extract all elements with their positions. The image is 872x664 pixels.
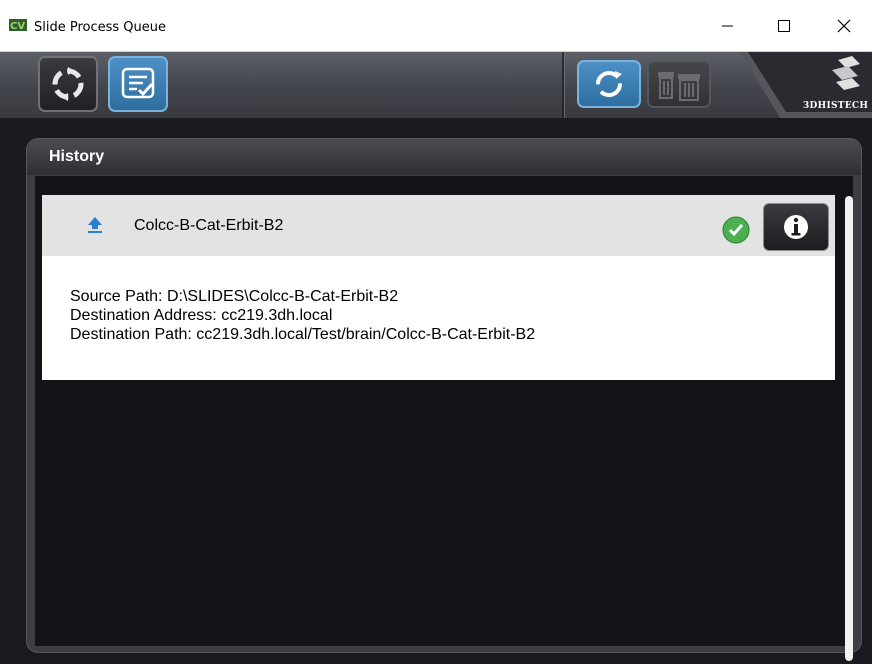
destination-path: Destination Path: cc219.3dh.local/Test/b… <box>70 326 536 343</box>
content-area: History Colcc-B-Cat-Erbit-B2 Source Path… <box>0 118 872 664</box>
maximize-button[interactable] <box>756 0 812 52</box>
source-path: Source Path: D:\SLIDES\Colcc-B-Cat-Erbit… <box>70 288 399 305</box>
close-button[interactable] <box>816 0 872 52</box>
delete-icon <box>658 72 700 101</box>
refresh-icon <box>596 71 622 97</box>
close-icon <box>837 19 851 33</box>
minimize-icon <box>722 25 733 27</box>
history-item-header[interactable]: Colcc-B-Cat-Erbit-B2 <box>42 195 835 256</box>
history-list-icon <box>121 67 155 99</box>
toolbar <box>0 52 872 118</box>
history-panel-header: History <box>27 139 861 175</box>
window-title: Slide Process Queue <box>34 20 167 35</box>
scrollbar-thumb[interactable] <box>845 196 853 661</box>
brand-name: 3DHISTECH <box>803 101 869 111</box>
vertical-scrollbar[interactable] <box>845 196 853 661</box>
upload-icon <box>88 217 102 233</box>
destination-address: Destination Address: cc219.3dh.local <box>70 307 333 324</box>
window-titlebar: CV Slide Process Queue <box>0 0 872 52</box>
info-icon <box>784 215 808 239</box>
minimize-button[interactable] <box>700 0 756 52</box>
toolbar-separator <box>562 52 565 118</box>
history-title: History <box>49 148 105 165</box>
process-queue-button[interactable] <box>38 56 98 112</box>
svg-text:CV: CV <box>10 21 25 32</box>
history-list: Colcc-B-Cat-Erbit-B2 Source Path: D:\SLI… <box>35 176 853 661</box>
maximize-icon <box>778 20 790 32</box>
process-arrows-icon <box>52 67 84 101</box>
success-check-icon <box>722 216 750 244</box>
delete-button[interactable] <box>647 60 711 108</box>
history-item-name: Colcc-B-Cat-Erbit-B2 <box>134 217 284 234</box>
refresh-button[interactable] <box>577 60 641 108</box>
history-item-details: Source Path: D:\SLIDES\Colcc-B-Cat-Erbit… <box>42 256 835 380</box>
history-panel: History Colcc-B-Cat-Erbit-B2 Source Path… <box>26 138 862 661</box>
item-info-button[interactable] <box>763 203 829 251</box>
app-logo-icon: CV <box>9 19 27 32</box>
history-button[interactable] <box>108 56 168 112</box>
